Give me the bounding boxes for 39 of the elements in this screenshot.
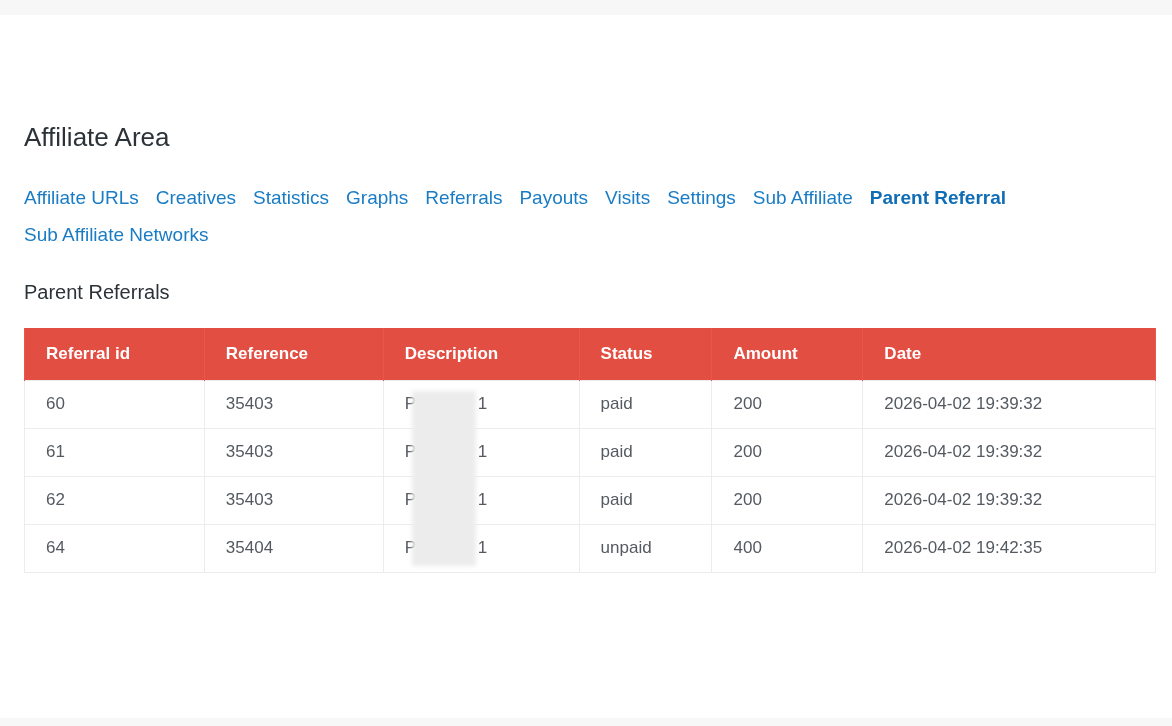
table-cell: 64	[24, 524, 205, 572]
table-cell: paid	[579, 476, 712, 524]
table-cell: 2026-04-02 19:39:32	[862, 476, 1156, 524]
column-header: Date	[862, 328, 1156, 380]
table-cell: 200	[711, 428, 863, 476]
table-cell: 35403	[204, 476, 384, 524]
table-cell: paid	[579, 428, 712, 476]
table-cell: 62	[24, 476, 205, 524]
column-header: Amount	[711, 328, 863, 380]
column-header: Status	[579, 328, 712, 380]
table-cell: 35404	[204, 524, 384, 572]
table-cell: 35403	[204, 380, 384, 428]
table-cell: paid	[579, 380, 712, 428]
nav-tab[interactable]: Visits	[605, 184, 651, 212]
page-title: Affiliate Area	[24, 121, 170, 153]
nav-tab[interactable]: Sub Affiliate Networks	[24, 221, 209, 249]
nav-tab[interactable]: Affiliate URLs	[24, 184, 139, 212]
nav-tab[interactable]: Sub Affiliate	[752, 184, 853, 212]
table-cell: 200	[711, 380, 863, 428]
column-header: Description	[383, 328, 580, 380]
column-header: Referral id	[24, 328, 205, 380]
nav-tab[interactable]: Creatives	[155, 184, 236, 212]
table-cell: 60	[24, 380, 205, 428]
nav-tab[interactable]: Statistics	[253, 184, 330, 212]
table-cell: 2026-04-02 19:39:32	[862, 428, 1156, 476]
nav-tab[interactable]: Graphs	[346, 184, 409, 212]
nav-tab[interactable]: Referrals	[425, 184, 503, 212]
column-header: Reference	[204, 328, 384, 380]
section-title: Parent Referrals	[24, 280, 170, 305]
table-cell: 35403	[204, 428, 384, 476]
nav-tab[interactable]: Payouts	[519, 184, 589, 212]
table-cell: 61	[24, 428, 205, 476]
table-cell: 200	[711, 476, 863, 524]
table-cell: 400	[711, 524, 863, 572]
table-cell: 2026-04-02 19:42:35	[862, 524, 1156, 572]
nav-tab[interactable]: Settings	[667, 184, 736, 212]
nav-tab[interactable]: Parent Referral	[869, 184, 1007, 212]
table-cell: unpaid	[579, 524, 712, 572]
table-cell: 2026-04-02 19:39:32	[862, 380, 1156, 428]
